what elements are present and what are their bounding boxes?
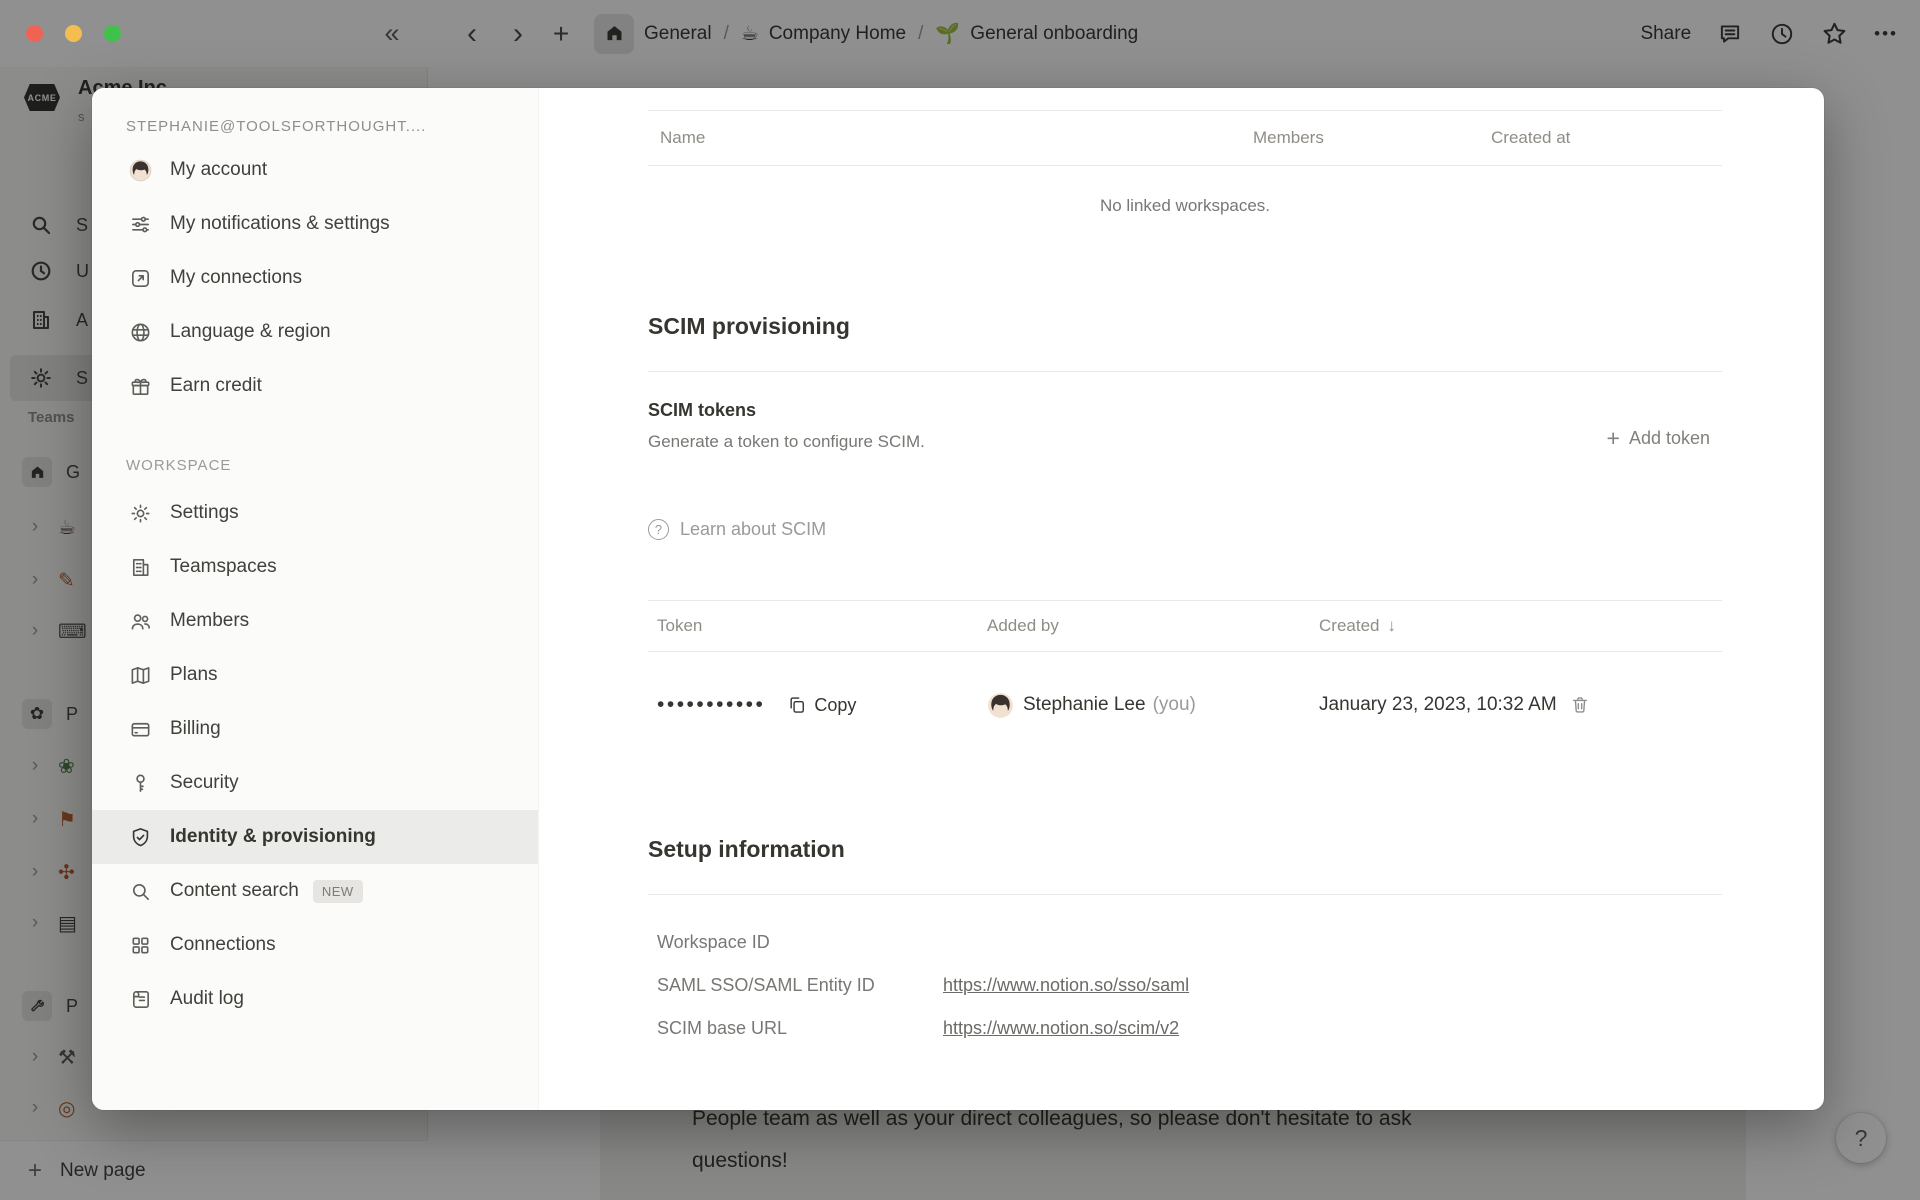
- map-icon: [126, 664, 154, 687]
- created-cell: January 23, 2023, 10:32 AM: [1319, 650, 1590, 760]
- added-by-cell: Stephanie Lee (you): [987, 650, 1196, 760]
- setup-information-heading: Setup information: [648, 833, 845, 865]
- added-by-name: Stephanie Lee: [1023, 694, 1146, 716]
- settings-nav-my-account[interactable]: My account: [92, 143, 538, 197]
- setup-label: Workspace ID: [657, 932, 943, 953]
- help-circle-icon: ?: [648, 519, 669, 540]
- sort-desc-icon: ↓: [1387, 616, 1396, 636]
- settings-nav-audit-log[interactable]: Audit log: [92, 972, 538, 1026]
- added-by-you-suffix: (you): [1153, 694, 1196, 716]
- workspace-section-header: WORKSPACE: [126, 457, 538, 479]
- saml-sso-link[interactable]: https://www.notion.so/sso/saml: [943, 975, 1189, 996]
- linked-workspaces-table-header: Name Members Created at: [648, 110, 1722, 166]
- column-created-sortable[interactable]: Created ↓: [1319, 601, 1396, 651]
- column-token: Token: [657, 601, 702, 651]
- settings-nav-notifications[interactable]: My notifications & settings: [92, 197, 538, 251]
- plus-icon: +: [1607, 427, 1620, 450]
- settings-nav-plans[interactable]: Plans: [92, 648, 538, 702]
- settings-nav-connections[interactable]: Connections: [92, 918, 538, 972]
- token-table-header: Token Added by Created ↓: [648, 600, 1722, 652]
- scroll-icon: [126, 988, 154, 1011]
- settings-modal: STEPHANIE@TOOLSFORTHOUGHT.... My account…: [92, 88, 1824, 1110]
- setup-label: SCIM base URL: [657, 1018, 943, 1039]
- shield-check-icon: [126, 826, 154, 849]
- scim-tokens-title: SCIM tokens: [648, 400, 925, 421]
- setup-row-saml-entity-id: SAML SSO/SAML Entity ID https://www.noti…: [648, 964, 1722, 1007]
- external-link-icon: [126, 267, 154, 290]
- settings-nav-my-connections[interactable]: My connections: [92, 251, 538, 305]
- copy-icon: [787, 695, 807, 715]
- column-added-by: Added by: [987, 601, 1059, 651]
- scim-provisioning-heading: SCIM provisioning: [648, 310, 850, 342]
- avatar-icon: [126, 158, 154, 183]
- minimize-window-button[interactable]: [65, 25, 82, 42]
- settings-nav-content-search[interactable]: Content search NEW: [92, 864, 538, 918]
- key-icon: [126, 772, 154, 795]
- scim-tokens-description: Generate a token to configure SCIM.: [648, 432, 925, 452]
- settings-nav-security[interactable]: Security: [92, 756, 538, 810]
- setup-row-workspace-id: Workspace ID: [648, 921, 1722, 964]
- column-name: Name: [660, 111, 705, 165]
- search-icon: [126, 880, 154, 903]
- copy-token-button[interactable]: Copy: [787, 695, 856, 716]
- settings-nav-earn-credit[interactable]: Earn credit: [92, 359, 538, 413]
- app-window: « ‹ › + General / ☕ Company Home / 🌱 Gen…: [0, 0, 1920, 1200]
- token-cell: ••••••••••• Copy: [657, 650, 856, 760]
- settings-nav-teamspaces[interactable]: Teamspaces: [92, 540, 538, 594]
- grid-icon: [126, 934, 154, 957]
- scim-tokens-block: SCIM tokens Generate a token to configur…: [648, 400, 925, 452]
- avatar-icon: [987, 692, 1014, 719]
- setup-information-rows: Workspace ID SAML SSO/SAML Entity ID htt…: [648, 921, 1722, 1050]
- sliders-icon: [126, 213, 154, 236]
- setup-row-scim-base-url: SCIM base URL https://www.notion.so/scim…: [648, 1007, 1722, 1050]
- section-divider: [648, 894, 1722, 895]
- credit-card-icon: [126, 718, 154, 741]
- token-table-row: ••••••••••• Copy Stephanie Lee (you) Jan…: [648, 650, 1722, 760]
- learn-about-scim-link[interactable]: ? Learn about SCIM: [648, 516, 826, 542]
- masked-token-value: •••••••••••: [657, 693, 765, 717]
- settings-nav-members[interactable]: Members: [92, 594, 538, 648]
- column-created-at: Created at: [1491, 111, 1570, 165]
- settings-sidebar: STEPHANIE@TOOLSFORTHOUGHT.... My account…: [92, 88, 539, 1110]
- members-people-icon: [126, 610, 154, 633]
- zoom-window-button[interactable]: [104, 25, 121, 42]
- column-members: Members: [1253, 111, 1324, 165]
- account-email-header: STEPHANIE@TOOLSFORTHOUGHT....: [126, 118, 514, 135]
- settings-content: Name Members Created at No linked worksp…: [539, 88, 1824, 1110]
- section-divider: [648, 371, 1722, 372]
- settings-nav-language-region[interactable]: Language & region: [92, 305, 538, 359]
- new-badge: NEW: [313, 880, 363, 903]
- trash-icon: [1570, 695, 1590, 715]
- add-token-button[interactable]: + Add token: [1607, 424, 1711, 452]
- close-window-button[interactable]: [26, 25, 43, 42]
- settings-nav-identity-provisioning[interactable]: Identity & provisioning: [92, 810, 538, 864]
- gear-icon: [126, 502, 154, 525]
- gift-icon: [126, 375, 154, 398]
- setup-label: SAML SSO/SAML Entity ID: [657, 975, 943, 996]
- created-timestamp: January 23, 2023, 10:32 AM: [1319, 694, 1557, 716]
- globe-icon: [126, 321, 154, 344]
- settings-nav-billing[interactable]: Billing: [92, 702, 538, 756]
- settings-nav-settings[interactable]: Settings: [92, 486, 538, 540]
- scim-base-url-link[interactable]: https://www.notion.so/scim/v2: [943, 1018, 1179, 1039]
- empty-state-text: No linked workspaces.: [648, 182, 1722, 230]
- delete-token-button[interactable]: [1570, 695, 1590, 715]
- building-icon: [126, 556, 154, 579]
